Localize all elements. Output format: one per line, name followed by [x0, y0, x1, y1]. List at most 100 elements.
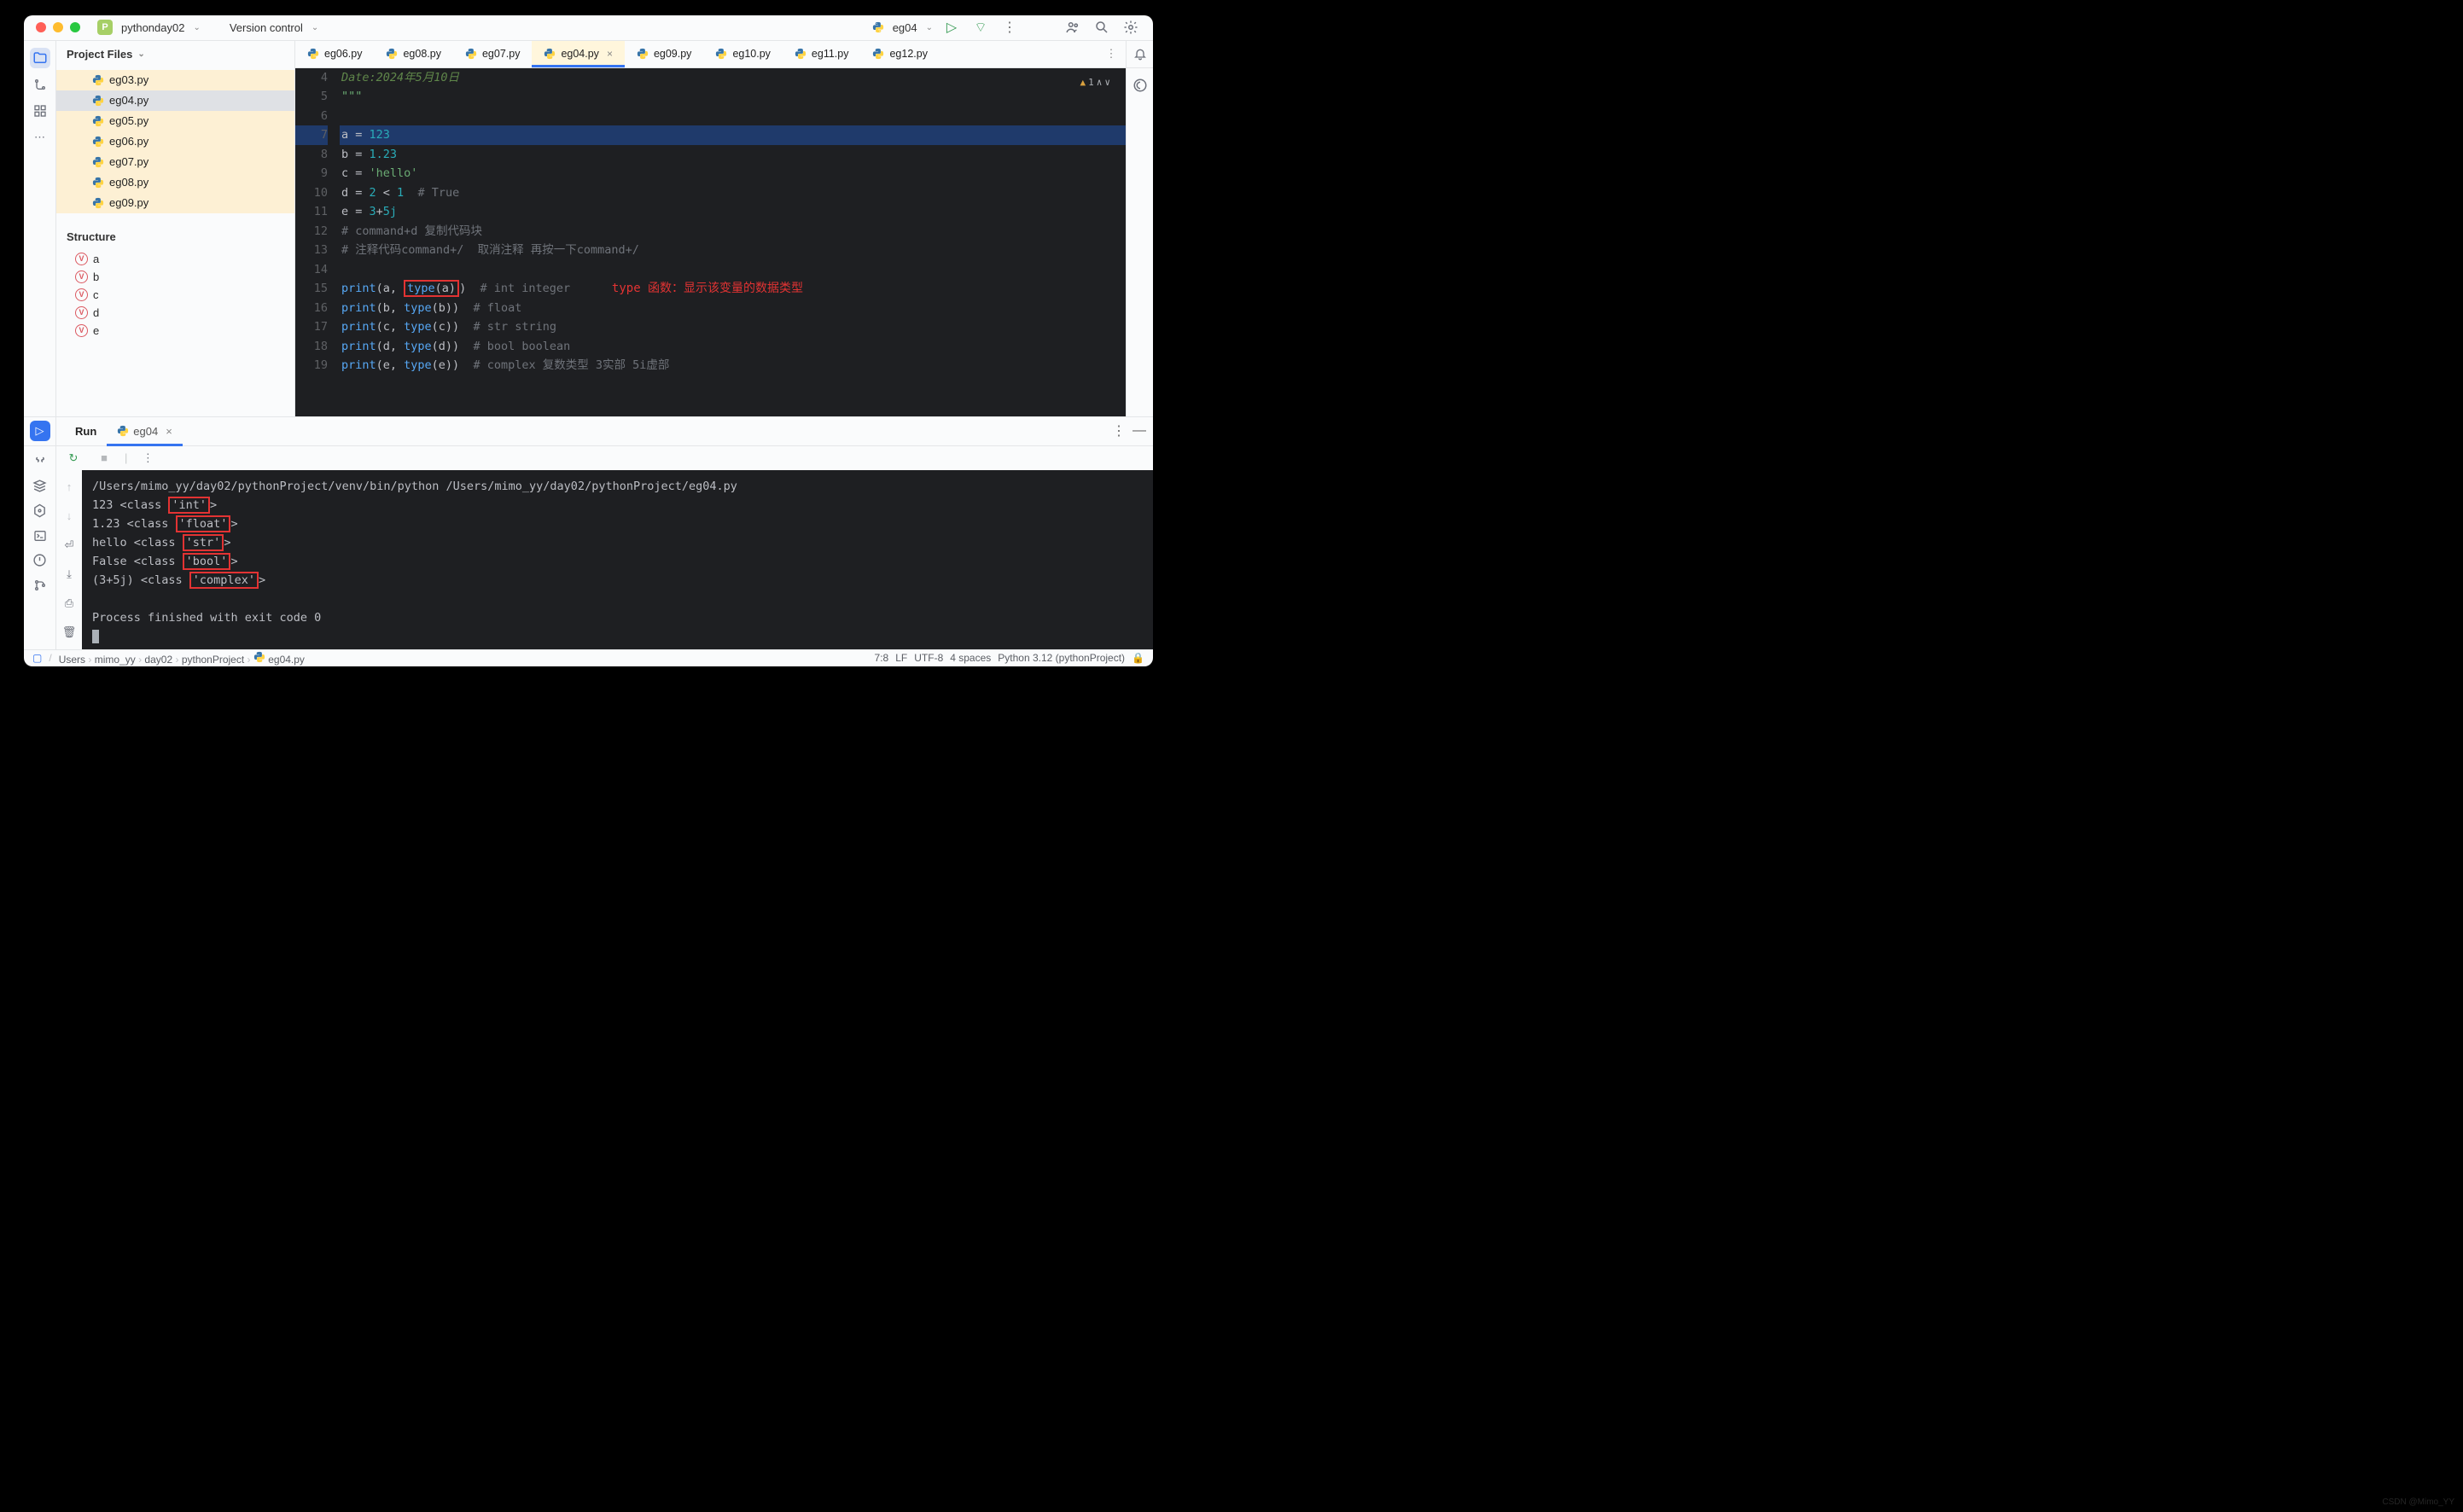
- project-name[interactable]: pythonday02: [121, 21, 184, 34]
- git-icon[interactable]: [30, 575, 50, 596]
- tree-item[interactable]: eg03.py: [56, 70, 294, 90]
- python-console-icon[interactable]: [30, 451, 50, 472]
- more-icon[interactable]: ⋮: [1109, 421, 1129, 441]
- problems-icon[interactable]: [30, 550, 50, 571]
- project-view-selector[interactable]: Project Files⌄: [56, 41, 294, 68]
- soft-wrap-icon[interactable]: ⏎: [59, 535, 79, 555]
- console-side-tools: ↑ ↓ ⏎ ⤓ ⎙ 🗑: [56, 470, 82, 649]
- maximize-icon[interactable]: [70, 22, 80, 32]
- variable-icon: V: [75, 253, 88, 265]
- structure-item[interactable]: Va: [56, 250, 294, 268]
- folder-icon[interactable]: [30, 48, 50, 68]
- more-icon[interactable]: ⋮: [999, 17, 1020, 38]
- variable-icon: V: [75, 306, 88, 319]
- breadcrumbs[interactable]: Users › mimo_yy › day02 › pythonProject …: [59, 651, 305, 666]
- traffic-lights: [36, 22, 80, 32]
- minimize-icon[interactable]: [53, 22, 63, 32]
- line-separator[interactable]: LF: [895, 652, 907, 664]
- file-tree: eg03.pyeg04.pyeg05.pyeg06.pyeg07.pyeg08.…: [56, 68, 294, 215]
- interpreter[interactable]: Python 3.12 (pythonProject): [998, 652, 1125, 664]
- more-icon[interactable]: ⋯: [30, 127, 50, 148]
- editor-tab[interactable]: eg10.py: [703, 41, 782, 67]
- run-left-tools: [24, 446, 56, 649]
- variable-icon: V: [75, 324, 88, 337]
- services-icon[interactable]: [30, 476, 50, 497]
- chevron-down-icon[interactable]: ⌄: [312, 23, 318, 32]
- editor-tabstrip: eg06.pyeg08.pyeg07.pyeg04.py×eg09.pyeg10…: [295, 41, 1153, 68]
- editor-tab[interactable]: eg09.py: [625, 41, 703, 67]
- editor-area: eg06.pyeg08.pyeg07.pyeg04.py×eg09.pyeg10…: [295, 41, 1153, 416]
- editor-tab[interactable]: eg07.py: [453, 41, 532, 67]
- run-icon[interactable]: ▷: [941, 17, 962, 38]
- statusbar: ▢/ Users › mimo_yy › day02 › pythonProje…: [24, 649, 1153, 666]
- close-icon[interactable]: [36, 22, 46, 32]
- ai-assistant-icon[interactable]: [1130, 75, 1150, 96]
- python-icon: [872, 21, 884, 33]
- titlebar: P pythonday02 ⌄ Version control ⌄ eg04 ⌄…: [24, 15, 1153, 41]
- project-sidebar: Project Files⌄ eg03.pyeg04.pyeg05.pyeg06…: [56, 41, 295, 416]
- console-output[interactable]: /Users/mimo_yy/day02/pythonProject/venv/…: [82, 470, 1153, 649]
- notifications-icon[interactable]: [1126, 41, 1153, 67]
- stop-icon[interactable]: ■: [94, 448, 114, 468]
- more-icon[interactable]: ⋮: [137, 448, 158, 468]
- structure-item[interactable]: Vb: [56, 268, 294, 286]
- structure-item[interactable]: Ve: [56, 322, 294, 340]
- people-icon[interactable]: [1063, 17, 1083, 38]
- tree-item[interactable]: eg09.py: [56, 193, 294, 213]
- up-icon[interactable]: ↑: [59, 477, 79, 497]
- code-pane[interactable]: ▲1∧∨ 45678910111213141516171819 Date:202…: [295, 68, 1126, 416]
- scroll-end-icon[interactable]: ⤓: [59, 564, 79, 584]
- close-icon[interactable]: ×: [607, 48, 613, 60]
- run-panel-header: ▷ Run eg04× ⋮ —: [24, 417, 1153, 446]
- scm-icon[interactable]: [30, 74, 50, 95]
- tabs-more-icon[interactable]: ⋮: [1097, 41, 1126, 67]
- project-root-icon[interactable]: ▢: [32, 652, 42, 664]
- trash-icon[interactable]: 🗑: [59, 622, 79, 643]
- editor-tab[interactable]: eg04.py×: [532, 41, 625, 67]
- structure-item[interactable]: Vd: [56, 304, 294, 322]
- terminal-icon[interactable]: [30, 526, 50, 546]
- project-icon: P: [97, 20, 113, 35]
- main-row: ⋯ Project Files⌄ eg03.pyeg04.pyeg05.pyeg…: [24, 41, 1153, 416]
- tree-item[interactable]: eg07.py: [56, 152, 294, 172]
- variable-icon: V: [75, 270, 88, 283]
- down-icon[interactable]: ↓: [59, 506, 79, 526]
- search-icon[interactable]: [1092, 17, 1112, 38]
- structure-list: VaVbVcVdVe: [56, 250, 294, 340]
- run-tab[interactable]: eg04×: [107, 416, 183, 445]
- print-icon[interactable]: ⎙: [59, 593, 79, 614]
- structure-icon[interactable]: [30, 101, 50, 121]
- tree-item[interactable]: eg05.py: [56, 111, 294, 131]
- ide-window: P pythonday02 ⌄ Version control ⌄ eg04 ⌄…: [24, 15, 1153, 666]
- right-tool-strip: [1126, 68, 1153, 416]
- editor-tab[interactable]: eg11.py: [783, 41, 861, 67]
- settings-icon[interactable]: [1121, 17, 1141, 38]
- structure-header: Structure: [56, 215, 294, 250]
- rerun-icon[interactable]: ↻: [63, 448, 84, 468]
- chevron-down-icon[interactable]: ⌄: [193, 23, 200, 32]
- editor-tab[interactable]: eg12.py: [860, 41, 939, 67]
- debug-icon[interactable]: ⌔: [970, 17, 991, 38]
- lock-icon[interactable]: 🔒: [1132, 652, 1144, 664]
- run-panel: ▷ Run eg04× ⋮ — ↻ ■ | ⋮ ↑ ↓ ⏎ ⤓ ⎙ 🗑: [24, 416, 1153, 649]
- run-label: Run: [65, 416, 107, 445]
- indent[interactable]: 4 spaces: [950, 652, 991, 664]
- variable-icon: V: [75, 288, 88, 301]
- editor-body: ▲1∧∨ 45678910111213141516171819 Date:202…: [295, 68, 1153, 416]
- tree-item[interactable]: eg04.py: [56, 90, 294, 111]
- left-toolbar: ⋯: [24, 41, 56, 416]
- cursor-position[interactable]: 7:8: [875, 652, 889, 664]
- encoding[interactable]: UTF-8: [914, 652, 943, 664]
- hexagon-icon[interactable]: [30, 501, 50, 521]
- editor-tab[interactable]: eg06.py: [295, 41, 374, 67]
- tree-item[interactable]: eg06.py: [56, 131, 294, 152]
- run-toolwindow-icon[interactable]: ▷: [30, 421, 50, 441]
- editor-tab[interactable]: eg08.py: [374, 41, 452, 67]
- structure-item[interactable]: Vc: [56, 286, 294, 304]
- run-toolbar-row: ↻ ■ | ⋮: [56, 446, 1153, 470]
- minimize-panel-icon[interactable]: —: [1129, 421, 1150, 441]
- chevron-down-icon[interactable]: ⌄: [926, 23, 933, 32]
- run-config-label[interactable]: eg04: [893, 21, 917, 34]
- version-control-button[interactable]: Version control: [230, 21, 303, 34]
- tree-item[interactable]: eg08.py: [56, 172, 294, 193]
